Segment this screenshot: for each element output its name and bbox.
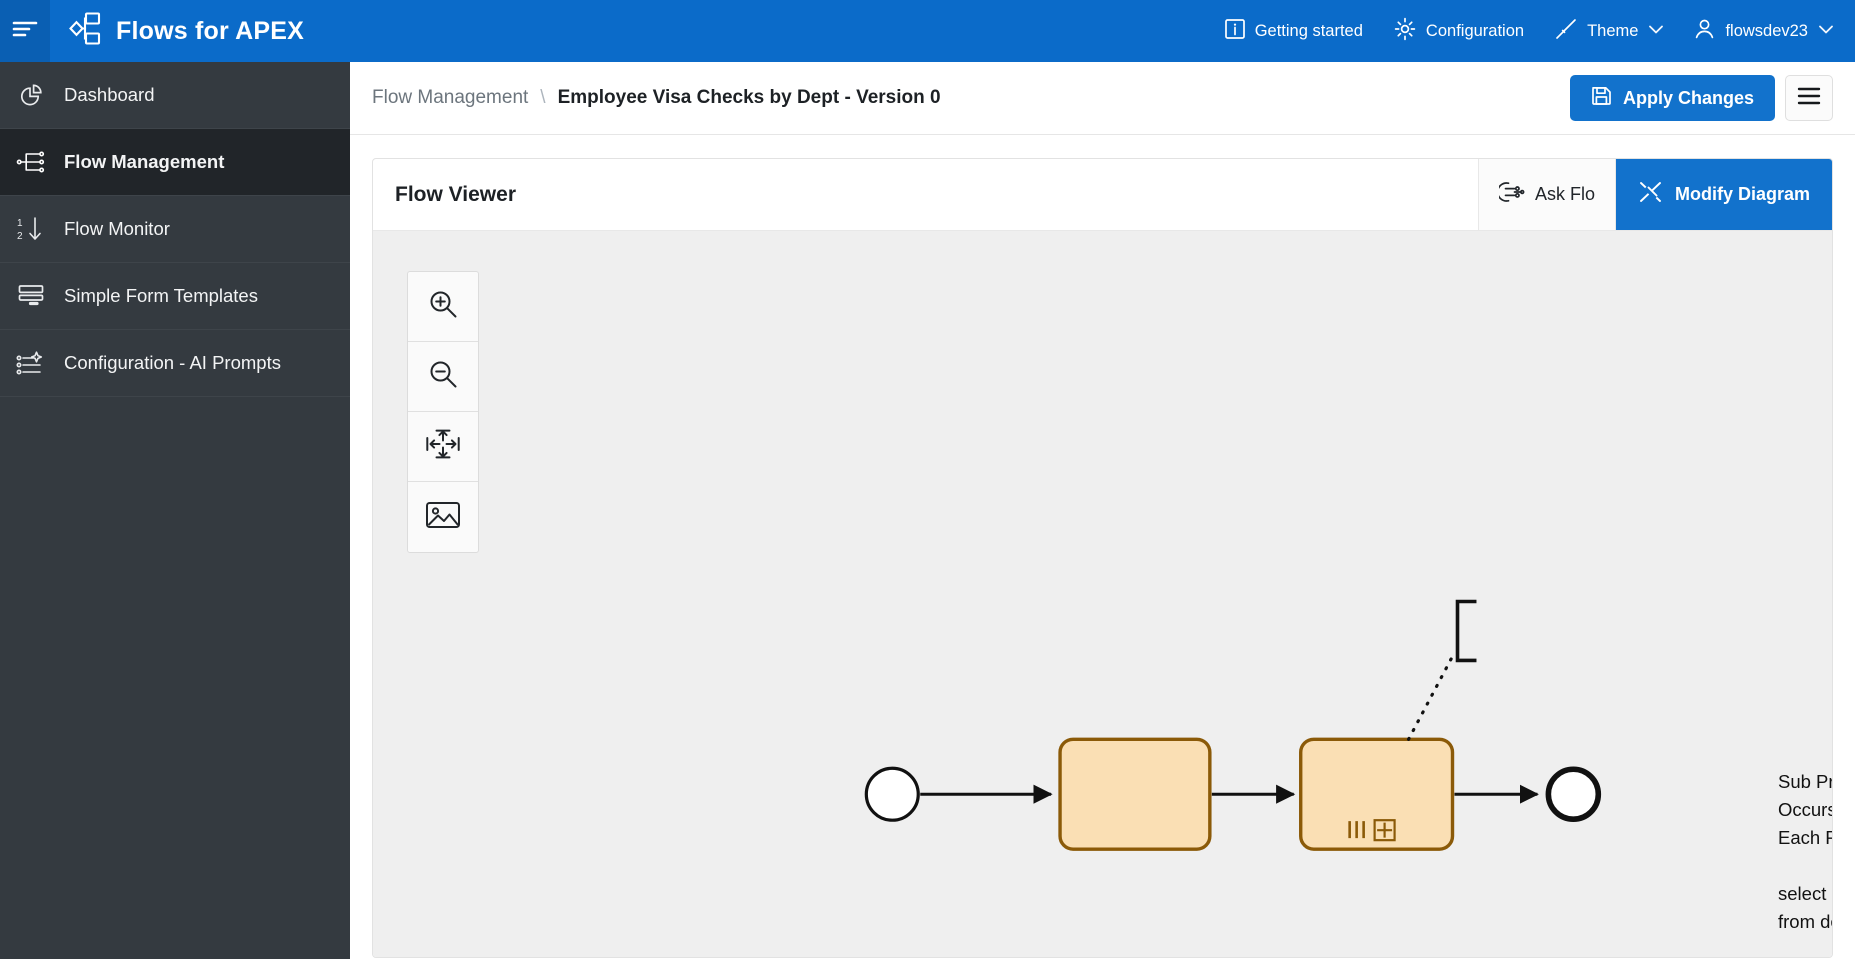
sidebar-item-label: Dashboard — [64, 84, 155, 105]
modify-diagram-label: Modify Diagram — [1674, 184, 1810, 204]
ask-flo-button[interactable]: Ask Flo — [1477, 159, 1616, 230]
user-icon — [1693, 17, 1716, 45]
brand: Flows for APEX — [66, 11, 305, 51]
bpmn-diagram[interactable] — [373, 231, 1832, 957]
breadcrumb-bar: Flow Management \ Employee Visa Checks b… — [350, 62, 1855, 135]
flow-viewer-card: Flow Viewer Ask Flo Modify Diagram Sub P… — [372, 158, 1833, 958]
sidebar-item-label: Flow Monitor — [64, 218, 170, 239]
card-title: Flow Viewer — [395, 182, 516, 206]
header-item-user[interactable]: flowsdev23 — [1693, 17, 1833, 45]
paintbrush-icon — [1554, 17, 1578, 46]
apply-changes-button[interactable]: Apply Changes — [1569, 75, 1775, 121]
header-actions: Getting started Configuration Theme flow… — [1224, 17, 1855, 46]
top-header: Flows for APEX Getting started Configura… — [0, 0, 1855, 62]
header-item-label: flowsdev23 — [1725, 21, 1808, 40]
page-menu-button[interactable] — [1785, 75, 1833, 121]
form-layout-icon — [14, 279, 48, 313]
header-item-label: Configuration — [1425, 21, 1525, 40]
sidebar-item-simple-form-templates[interactable]: Simple Form Templates — [0, 263, 350, 330]
diagram-canvas[interactable]: Sub Process Occurs IN Parallel for Each … — [373, 231, 1832, 957]
bpmn-association — [1406, 652, 1456, 741]
ask-flo-icon — [1496, 180, 1525, 209]
header-item-theme[interactable]: Theme — [1554, 17, 1664, 46]
sidebar-item-label: Configuration - AI Prompts — [64, 352, 281, 373]
bpmn-end-event[interactable] — [1545, 766, 1602, 822]
bpmn-subprocess-review-department[interactable] — [1299, 737, 1455, 851]
flow-viewer-header: Flow Viewer Ask Flo Modify Diagram — [373, 159, 1832, 231]
breadcrumb-parent[interactable]: Flow Management — [372, 87, 528, 109]
flow-viewer-actions: Ask Flo Modify Diagram — [1477, 159, 1832, 230]
sidebar-item-flow-management[interactable]: Flow Management — [0, 129, 350, 196]
modify-diagram-button[interactable]: Modify Diagram — [1615, 159, 1832, 230]
flow-diagram-icon — [14, 145, 48, 179]
bpmn-task-select-departments[interactable] — [1058, 737, 1212, 851]
sidebar: Dashboard Flow Management 1 2 Flow Monit… — [0, 62, 350, 959]
header-item-label: Theme — [1587, 21, 1639, 40]
flows-logo-icon — [66, 11, 102, 51]
modify-diagram-icon — [1638, 180, 1664, 209]
svg-text:2: 2 — [17, 231, 23, 242]
bpmn-start-event[interactable] — [864, 766, 920, 822]
page-title: Employee Visa Checks by Dept - Version 0 — [557, 87, 941, 108]
ask-flo-label: Ask Flo — [1534, 184, 1595, 204]
svg-text:1: 1 — [17, 218, 23, 229]
sort-numeric-down-icon: 1 2 — [14, 212, 48, 246]
sidebar-toggle-button[interactable] — [0, 0, 50, 62]
ai-sliders-icon — [14, 346, 48, 380]
breadcrumb-actions: Apply Changes — [1569, 75, 1833, 121]
sidebar-item-label: Simple Form Templates — [64, 285, 258, 306]
chevron-down-icon — [1819, 25, 1833, 37]
pie-chart-icon — [14, 78, 48, 112]
hamburger-menu-icon — [1797, 87, 1821, 110]
header-item-label: Getting started — [1254, 21, 1363, 40]
sidebar-item-dashboard[interactable]: Dashboard — [0, 62, 350, 129]
hamburger-menu-icon — [10, 17, 40, 46]
info-square-icon — [1224, 18, 1246, 45]
bpmn-annotation-text: Sub Process Occurs IN Parallel for Each … — [1778, 771, 1832, 932]
bpmn-text-annotation-bracket[interactable] — [1455, 599, 1477, 663]
app-title: Flows for APEX — [116, 16, 305, 45]
sidebar-item-flow-monitor[interactable]: 1 2 Flow Monitor — [0, 196, 350, 263]
save-disk-icon — [1591, 85, 1612, 111]
main-content: Flow Management \ Employee Visa Checks b… — [350, 62, 1855, 959]
gear-icon — [1393, 17, 1417, 46]
sidebar-item-label: Flow Management — [64, 151, 225, 172]
header-item-getting-started[interactable]: Getting started — [1224, 18, 1363, 45]
apply-changes-label: Apply Changes — [1622, 87, 1754, 108]
sidebar-item-configuration-ai-prompts[interactable]: Configuration - AI Prompts — [0, 330, 350, 397]
header-item-configuration[interactable]: Configuration — [1393, 17, 1524, 46]
chevron-down-icon — [1649, 25, 1664, 37]
breadcrumb-separator: \ — [540, 87, 546, 108]
